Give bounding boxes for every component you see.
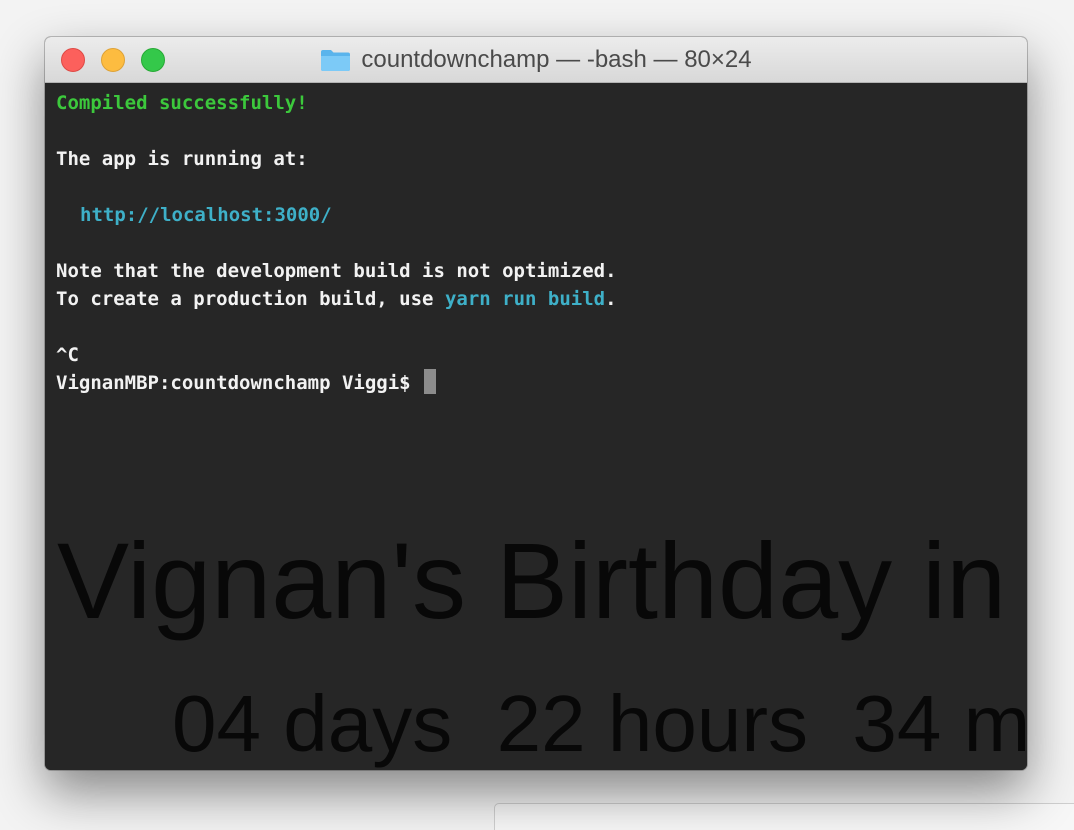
terminal-lines: Compiled successfully! The app is runnin… [56,89,617,397]
window-title: countdownchamp — -bash — 80×24 [361,46,752,73]
shell-prompt: VignanMBP:countdownchamp Viggi$ [56,372,423,394]
production-prefix: To create a production build, use [56,288,445,310]
terminal-cursor [424,369,437,394]
window-title-group: countdownchamp — -bash — 80×24 [45,37,1027,83]
folder-icon [321,50,351,71]
localhost-link[interactable]: http://localhost:3000/ [56,201,617,229]
background-panel [494,803,1074,830]
production-line: To create a production build, use yarn r… [56,285,617,313]
interrupt-line: ^C [56,344,79,366]
production-command: yarn run build [444,288,606,310]
title-bar[interactable]: countdownchamp — -bash — 80×24 [45,37,1027,83]
running-at-line: The app is running at: [56,148,308,170]
prompt-line[interactable]: VignanMBP:countdownchamp Viggi$ [56,369,617,397]
desktop: countdownchamp — -bash — 80×24 Compiled … [0,0,1074,830]
compiled-line: Compiled successfully! [56,92,308,114]
terminal-output[interactable]: Compiled successfully! The app is runnin… [45,83,1027,770]
production-suffix: . [605,288,617,310]
note-line: Note that the development build is not o… [56,260,617,282]
terminal-window: countdownchamp — -bash — 80×24 Compiled … [45,37,1027,770]
